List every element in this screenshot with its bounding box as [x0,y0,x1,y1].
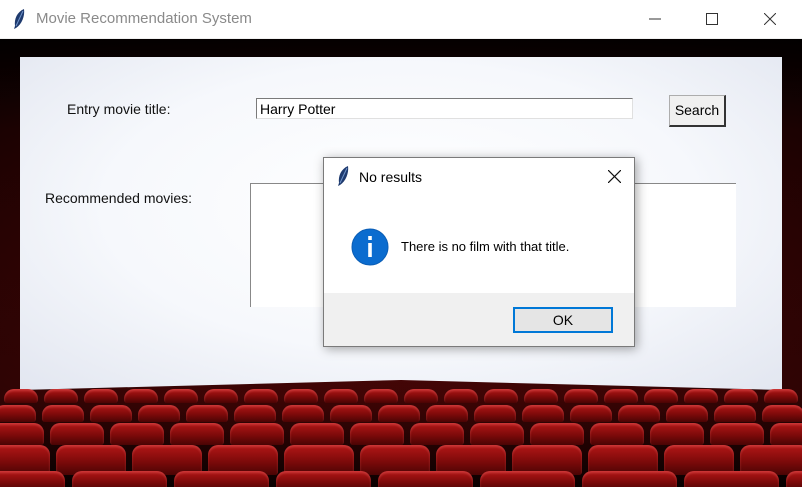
seat [164,389,198,403]
seat [0,471,65,487]
seat [174,471,269,487]
dialog-title: No results [359,169,423,185]
seat [762,405,802,422]
seat [170,423,224,445]
seat [230,423,284,445]
seat [378,405,420,422]
dialog-close-button[interactable] [596,158,634,194]
seat [234,405,276,422]
movie-title-input[interactable]: Harry Potter [256,98,633,119]
seat [72,471,167,487]
window-titlebar[interactable]: Movie Recommendation System [0,0,802,39]
seat [710,423,764,445]
search-button[interactable]: Search [669,95,726,127]
seat [650,423,704,445]
seat [530,423,584,445]
seat [724,389,758,403]
seat [4,389,38,403]
seat [770,423,802,445]
seat [522,405,564,422]
ok-button[interactable]: OK [513,307,613,333]
seat [480,471,575,487]
seat [410,423,464,445]
minimize-button[interactable] [627,0,685,38]
close-icon [608,170,621,183]
seat [0,423,44,445]
seat [404,389,438,403]
seat [186,405,228,422]
seat [350,423,404,445]
seat [378,471,473,487]
seat [124,389,158,403]
seat [604,389,638,403]
feather-icon [338,166,349,186]
seat [330,405,372,422]
seat [570,405,612,422]
seat [582,471,677,487]
seat [666,405,708,422]
seat [84,389,118,403]
seat [644,389,678,403]
minimize-icon [649,18,661,20]
seat [290,423,344,445]
seat [50,423,104,445]
seat [204,389,238,403]
maximize-icon [706,13,718,25]
seat [564,389,598,403]
seat-rows [0,383,802,487]
seat [590,423,644,445]
dialog-footer: OK [324,293,634,346]
seat [470,423,524,445]
seat [524,389,558,403]
recommended-movies-label: Recommended movies: [45,190,193,206]
seat [714,405,756,422]
seat [0,405,36,422]
seat [364,389,398,403]
seat [282,405,324,422]
seat [474,405,516,422]
seat [284,389,318,403]
seat [276,471,371,487]
close-icon [764,13,776,25]
maximize-button[interactable] [684,0,742,38]
close-button[interactable] [742,0,800,38]
window-title: Movie Recommendation System [36,10,252,27]
seat [324,389,358,403]
seat [684,389,718,403]
seat [138,405,180,422]
entry-movie-title-label: Entry movie title: [67,101,171,117]
seat [110,423,164,445]
seat [444,389,478,403]
seat [90,405,132,422]
seat [618,405,660,422]
seat [484,389,518,403]
feather-icon [14,9,25,29]
seat [42,405,84,422]
seat [244,389,278,403]
seat [684,471,779,487]
seat [426,405,468,422]
seat [786,471,802,487]
seat [44,389,78,403]
info-icon [351,228,389,266]
seat [764,389,798,403]
no-results-dialog: No results There is no film with that ti… [323,157,635,347]
dialog-message: There is no film with that title. [401,239,570,254]
